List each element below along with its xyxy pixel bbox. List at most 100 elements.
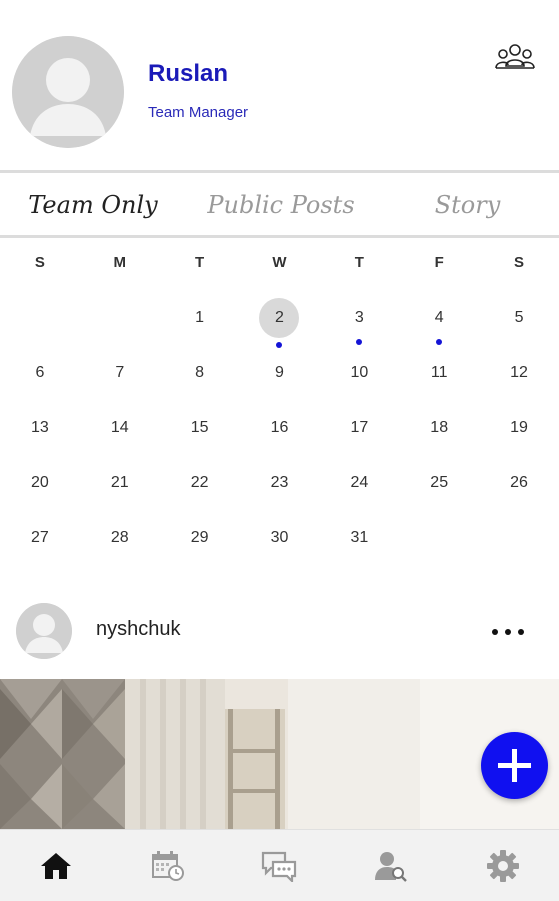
bottom-navigation — [0, 829, 559, 901]
tab-story[interactable]: Story — [376, 175, 559, 235]
nav-chat[interactable] — [224, 830, 336, 901]
calendar-day[interactable]: 10 — [319, 353, 399, 408]
calendar-day[interactable]: 9 — [240, 353, 320, 408]
calendar-week-row: 6 7 8 9 10 11 12 — [0, 353, 559, 408]
calendar-day[interactable]: 15 — [160, 408, 240, 463]
calendar-day-number: 30 — [270, 529, 289, 546]
calendar-day[interactable]: 2 — [240, 298, 320, 353]
calendar-day[interactable]: 26 — [479, 463, 559, 518]
calendar-day[interactable]: 31 — [319, 518, 399, 573]
calendar-day-number: 6 — [35, 364, 45, 381]
nav-settings[interactable] — [447, 830, 559, 901]
calendar-day[interactable]: 8 — [160, 353, 240, 408]
calendar-day-number: 27 — [31, 529, 49, 546]
calendar-day[interactable]: 24 — [319, 463, 399, 518]
nav-user-search[interactable] — [335, 830, 447, 901]
calendar-day[interactable]: 4 — [399, 298, 479, 353]
weekday-header: S M T W T F S — [0, 248, 559, 278]
calendar-day[interactable]: 7 — [80, 353, 160, 408]
calendar-day[interactable]: 5 — [479, 298, 559, 353]
calendar-day[interactable]: 17 — [319, 408, 399, 463]
calendar-empty-cell — [0, 298, 80, 353]
profile-header: Ruslan Team Manager — [0, 0, 559, 170]
calendar-day[interactable]: 11 — [399, 353, 479, 408]
calendar-day-number: 31 — [350, 529, 369, 546]
calendar-day-number: 4 — [434, 309, 444, 326]
calendar-day[interactable]: 30 — [240, 518, 320, 573]
calendar-day-number: 17 — [350, 419, 369, 436]
event-indicator-dot — [436, 339, 443, 345]
calendar-day-number: 10 — [350, 364, 369, 381]
calendar-day-number: 28 — [110, 529, 129, 546]
tab-public-posts[interactable]: Public Posts — [186, 175, 376, 235]
calendar-day-number: 23 — [270, 474, 289, 491]
weekday-label: T — [354, 254, 364, 271]
weekday-label: S — [514, 254, 525, 271]
calendar-day[interactable]: 22 — [160, 463, 240, 518]
calendar-day[interactable]: 3 — [319, 298, 399, 353]
calendar-day-number: 12 — [510, 364, 528, 381]
calendar-day[interactable]: 6 — [0, 353, 80, 408]
avatar-placeholder-icon — [12, 36, 124, 148]
calendar-day[interactable]: 25 — [399, 463, 479, 518]
calendar-day[interactable]: 1 — [160, 298, 240, 353]
calendar-day[interactable]: 19 — [479, 408, 559, 463]
calendar-clock-icon — [151, 850, 184, 881]
calendar-weeks: 1 2 3 4 5 6 7 8 9 10 11 12 13 14 15 16 17 18 19 20 21 22 23 24 2… — [0, 298, 559, 573]
calendar-day-number: 5 — [514, 309, 524, 326]
more-horizontal-icon[interactable] — [492, 620, 534, 640]
plus-icon — [498, 749, 531, 782]
room-photo — [0, 679, 559, 829]
calendar-day[interactable]: 13 — [0, 408, 80, 463]
calendar-empty-cell — [80, 298, 160, 353]
calendar-day[interactable]: 23 — [240, 463, 320, 518]
calendar-day[interactable]: 18 — [399, 408, 479, 463]
settings-gear-icon — [487, 849, 520, 882]
calendar-day-number: 14 — [110, 419, 129, 436]
calendar-day-number: 25 — [430, 474, 449, 491]
calendar-day[interactable]: 12 — [479, 353, 559, 408]
calendar-day-number: 18 — [430, 419, 449, 436]
calendar-day[interactable]: 28 — [80, 518, 160, 573]
calendar-day-number: 9 — [275, 364, 284, 381]
calendar-week-row: 1 2 3 4 5 — [0, 298, 559, 353]
calendar-empty-cell — [479, 518, 559, 573]
month-calendar: S M T W T F S 1 2 3 4 5 6 7 8 9 10 11 12 13 14 15 16 17 1… — [0, 248, 559, 573]
weekday-label: F — [434, 254, 444, 271]
calendar-day-number: 29 — [190, 529, 209, 546]
calendar-day-number: 7 — [115, 364, 125, 381]
calendar-day[interactable]: 20 — [0, 463, 80, 518]
calendar-day-number: 2 — [259, 298, 300, 338]
tabs-bottom-divider — [0, 235, 559, 238]
team-group-icon[interactable] — [494, 42, 536, 72]
calendar-day-number: 26 — [510, 474, 528, 491]
nav-home[interactable] — [0, 830, 112, 901]
tabs-top-divider — [0, 170, 559, 173]
calendar-day-number: 24 — [350, 474, 369, 491]
calendar-day-number: 8 — [195, 364, 205, 381]
calendar-day[interactable]: 21 — [80, 463, 160, 518]
add-post-button[interactable] — [481, 732, 548, 799]
nav-calendar[interactable] — [112, 830, 224, 901]
tab-team-only[interactable]: Team Only — [0, 175, 186, 235]
calendar-day[interactable]: 29 — [160, 518, 240, 573]
calendar-day-number: 3 — [354, 309, 364, 326]
profile-avatar[interactable] — [12, 36, 124, 148]
calendar-day[interactable]: 16 — [240, 408, 320, 463]
calendar-day-number: 20 — [31, 474, 49, 491]
profile-name: Ruslan — [148, 60, 229, 87]
post-author-name[interactable]: nyshchuk — [96, 618, 181, 641]
weekday-label: W — [272, 254, 287, 271]
calendar-day-number: 11 — [430, 364, 448, 381]
calendar-week-row: 20 21 22 23 24 25 26 — [0, 463, 559, 518]
calendar-day-number: 1 — [195, 309, 205, 326]
calendar-day-number: 19 — [510, 419, 528, 436]
post-header: nyshchuk — [0, 598, 559, 664]
calendar-day-number: 16 — [270, 419, 289, 436]
post-author-avatar[interactable] — [16, 603, 72, 659]
calendar-week-row: 27 28 29 30 31 — [0, 518, 559, 573]
profile-role: Team Manager — [148, 104, 249, 121]
calendar-day[interactable]: 14 — [80, 408, 160, 463]
calendar-day[interactable]: 27 — [0, 518, 80, 573]
post-image[interactable] — [0, 679, 559, 829]
